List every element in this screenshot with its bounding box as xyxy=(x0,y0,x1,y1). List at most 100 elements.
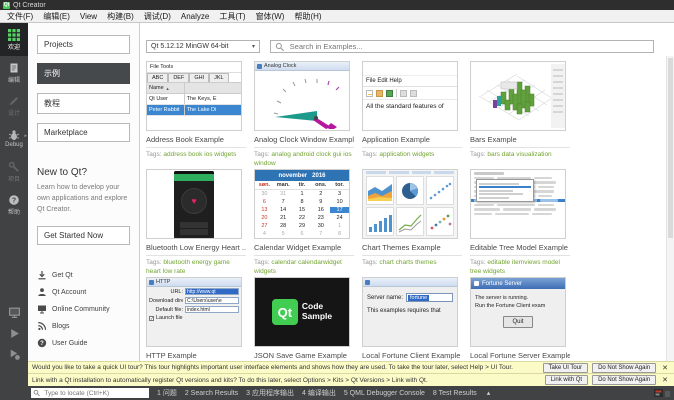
notification-text: Would you like to take a quick UI tour? … xyxy=(32,364,539,371)
example-card-fortune-client[interactable]: Server name: fortune This examples requi… xyxy=(362,277,462,361)
link-blogs[interactable]: Blogs xyxy=(37,321,130,331)
example-card-json-save-game[interactable]: Qt Code Sample JSON Save Game Example xyxy=(254,277,354,361)
menu-bar: 文件(F) 编辑(E) View 构建(B) 调试(D) Analyze 工具(… xyxy=(0,10,674,23)
close-icon[interactable]: ✕ xyxy=(660,376,670,384)
menu-window[interactable]: 窗体(W) xyxy=(251,11,290,22)
examples-grid: File Tools ABCDEF GHIJKL Name▲ Qt User T… xyxy=(140,53,674,361)
link-qt-account[interactable]: Qt Account xyxy=(37,287,130,297)
pane-test-results[interactable]: 8 Test Results xyxy=(433,390,477,397)
do-not-show-again-button[interactable]: Do Not Show Again xyxy=(592,375,656,385)
sidebar-item-tutorials[interactable]: 教程 xyxy=(37,93,130,114)
new-to-qt-heading: New to Qt? xyxy=(37,167,130,178)
example-card-bars[interactable]: Bars Example Tags: bars data visualizati… xyxy=(470,61,570,162)
pane-search-results[interactable]: 2 Search Results xyxy=(185,390,238,397)
output-pane-toggle-icon[interactable]: ▴ xyxy=(487,389,491,397)
example-title: HTTP Example xyxy=(146,351,246,361)
rss-icon xyxy=(37,321,47,331)
tag-links[interactable]: chart charts themes xyxy=(379,259,436,266)
example-tags: Tags: bars data visualization xyxy=(470,151,570,160)
example-card-tree-model[interactable]: Editable Tree Model Example Tags: editab… xyxy=(470,169,570,270)
link-user-guide[interactable]: ? User Guide xyxy=(37,338,130,348)
menu-file[interactable]: 文件(F) xyxy=(2,11,38,22)
phone-button xyxy=(180,229,208,235)
tree-dropdown-overlay xyxy=(476,179,534,202)
menu-view[interactable]: View xyxy=(75,12,102,21)
example-card-http[interactable]: HTTP URL: http://www.qt Download directo… xyxy=(146,277,246,361)
link-online-community[interactable]: Online Community xyxy=(37,304,130,314)
ui-tour-notification: Would you like to take a quick UI tour? … xyxy=(28,361,674,373)
sidebar-item-projects[interactable]: Projects xyxy=(37,35,130,54)
calendar-week-row: 67 89 10 xyxy=(255,198,349,206)
example-card-bluetooth-heart[interactable]: ♥ Bluetooth Low Energy Heart ... Tags: b… xyxy=(146,169,246,270)
link-online-community-label: Online Community xyxy=(52,306,110,313)
link-user-guide-label: User Guide xyxy=(52,340,87,347)
debug-dropdown-caret-icon[interactable]: ▸ xyxy=(24,133,27,139)
do-not-show-again-button[interactable]: Do Not Show Again xyxy=(592,363,656,373)
get-started-button[interactable]: Get Started Now xyxy=(37,226,130,245)
help-question-icon: ? xyxy=(8,194,20,206)
locator-field[interactable] xyxy=(31,388,149,398)
close-icon[interactable]: ✕ xyxy=(660,364,670,372)
welcome-grid-icon xyxy=(8,29,20,41)
example-title: Bluetooth Low Energy Heart ... xyxy=(146,243,246,256)
run-button[interactable] xyxy=(0,323,28,344)
open-file-icon xyxy=(376,90,383,97)
link-with-qt-button[interactable]: Link with Qt xyxy=(545,375,588,385)
thumb-text: All the standard features of xyxy=(363,100,457,113)
mode-help-label: 帮助 xyxy=(8,207,20,216)
tag-links[interactable]: address book ios widgets xyxy=(163,151,236,158)
calendar-week-row: 2021 2223 24 xyxy=(255,214,349,222)
example-card-analog-clock[interactable]: Analog Clock xyxy=(254,61,354,162)
fortune-server-thumbnail: Fortune Server The server is running. Ru… xyxy=(470,277,566,347)
sidebar-item-examples[interactable]: 示例 xyxy=(37,63,130,84)
calendar-week-row: 2728 2930 1 xyxy=(255,222,349,230)
chevron-down-icon: ▾ xyxy=(252,43,255,50)
search-icon xyxy=(275,42,285,52)
search-input[interactable] xyxy=(288,41,649,52)
vertical-scrollbar[interactable] xyxy=(666,56,674,361)
tag-links[interactable]: bars data visualization xyxy=(487,151,551,158)
example-title: Local Fortune Client Example xyxy=(362,351,462,361)
window-title: Qt Creator xyxy=(13,2,46,9)
menu-edit[interactable]: 编辑(E) xyxy=(38,11,75,22)
take-ui-tour-button[interactable]: Take UI Tour xyxy=(543,363,589,373)
link-qt-account-label: Qt Account xyxy=(52,289,86,296)
progress-indicator-icon xyxy=(654,388,670,398)
examples-search-field[interactable] xyxy=(270,40,654,53)
welcome-sidebar: Projects 示例 教程 Marketplace New to Qt? Le… xyxy=(28,23,140,361)
example-tags: Tags: editable itemviews model tree widg… xyxy=(470,259,570,277)
example-tags: Tags: chart charts themes xyxy=(362,259,462,268)
mode-edit[interactable]: 编辑 xyxy=(0,56,28,89)
example-card-fortune-server[interactable]: Fortune Server The server is running. Ru… xyxy=(470,277,570,361)
menu-tools[interactable]: 工具(T) xyxy=(214,11,250,22)
scrollbar-thumb[interactable] xyxy=(668,58,673,238)
example-card-application[interactable]: File Edit Help All the standard features… xyxy=(362,61,462,162)
example-card-address-book[interactable]: File Tools ABCDEF GHIJKL Name▲ Qt User T… xyxy=(146,61,246,162)
tag-links[interactable]: application widgets xyxy=(379,151,434,158)
menu-help[interactable]: 帮助(H) xyxy=(289,11,326,22)
cut-icon xyxy=(400,90,407,97)
pane-compile-output[interactable]: 4 编译输出 xyxy=(302,388,336,398)
thumb-window-title xyxy=(363,278,457,287)
menu-debug[interactable]: 调试(D) xyxy=(139,11,176,22)
menu-analyze[interactable]: Analyze xyxy=(176,12,214,21)
kit-version-dropdown[interactable]: Qt 5.12.12 MinGW 64-bit ▾ xyxy=(146,40,260,53)
kit-selector-button[interactable] xyxy=(0,302,28,323)
example-card-calendar[interactable]: november2016 søn.man. tir.ons. tor. 3031… xyxy=(254,169,354,270)
pane-qml-debugger-console[interactable]: 5 QML Debugger Console xyxy=(344,390,425,397)
mode-help[interactable]: ? 帮助 xyxy=(0,188,28,221)
example-title: Address Book Example xyxy=(146,135,246,148)
menu-build[interactable]: 构建(B) xyxy=(102,11,139,22)
bars-thumbnail xyxy=(470,61,566,131)
locator-input[interactable] xyxy=(42,389,147,398)
mode-welcome[interactable]: 欢迎 xyxy=(0,23,28,56)
sidebar-item-marketplace[interactable]: Marketplace xyxy=(37,123,130,142)
example-card-chart-themes[interactable]: Chart Themes Example Tags: chart charts … xyxy=(362,169,462,270)
pane-issues[interactable]: 1 问题 xyxy=(157,388,177,398)
qt-creator-window: Qt Qt Creator 文件(F) 编辑(E) View 构建(B) 调试(… xyxy=(0,0,674,400)
mode-debug[interactable]: ▸ Debug xyxy=(0,122,28,155)
link-get-qt[interactable]: Get Qt xyxy=(37,270,130,280)
mini-area-chart xyxy=(366,176,394,205)
link-with-qt-notification: Link with a Qt installation to automatic… xyxy=(28,373,674,386)
pane-application-output[interactable]: 3 应用程序输出 xyxy=(246,388,294,398)
